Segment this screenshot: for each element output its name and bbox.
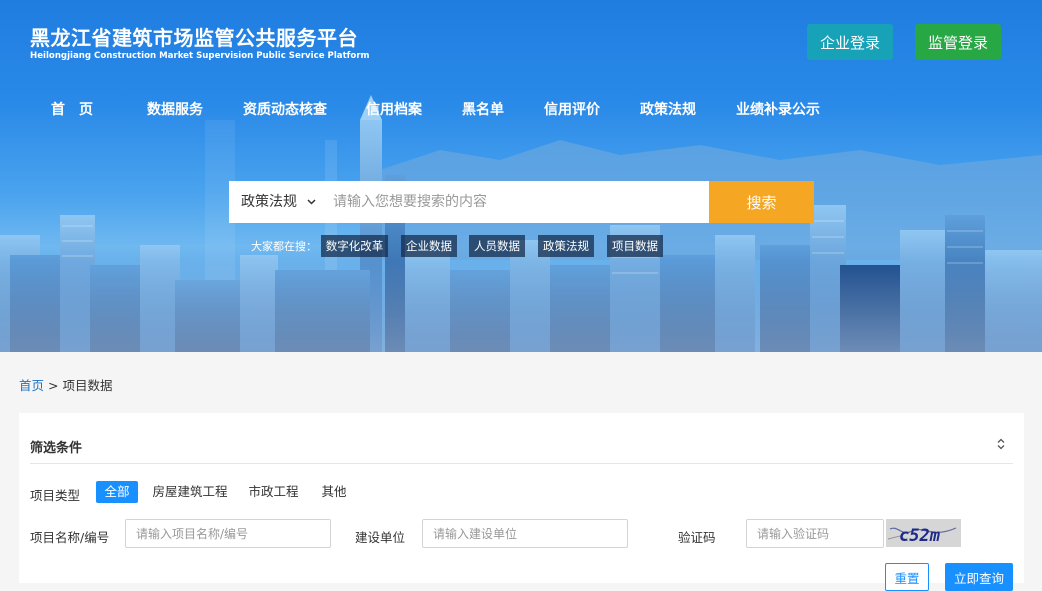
project-type-municipal[interactable]: 市政工程 [246,481,301,503]
breadcrumb-separator: > [44,378,63,393]
query-button[interactable]: 立即查询 [945,563,1013,591]
search-category-value: 政策法规 [241,194,297,210]
captcha-text: c52m [899,526,941,546]
enterprise-login-button[interactable]: 企业登录 [807,24,893,60]
nav-item-credit-evaluation[interactable]: 信用评价 [544,99,600,119]
search-button[interactable]: 搜索 [709,181,814,223]
project-name-label: 项目名称/编号 [30,530,110,545]
breadcrumb-home[interactable]: 首页 [19,378,44,393]
captcha-image[interactable]: c52m [886,519,961,547]
construction-unit-input[interactable] [422,519,628,548]
project-name-input[interactable] [125,519,331,548]
nav-item-credit-archive[interactable]: 信用档案 [366,99,422,119]
hot-tag-enterprise-data[interactable]: 企业数据 [401,235,457,257]
construction-unit-label: 建设单位 [355,530,406,545]
header-banner: 黑龙江省建筑市场监管公共服务平台 Heilongjiang Constructi… [0,0,1042,352]
breadcrumb-current: 项目数据 [62,378,113,393]
filter-panel: 筛选条件 项目类型 全部 房屋建筑工程 市政工程 其他 项目名称/编号 建设单位… [19,413,1024,591]
hot-tag-digital-reform[interactable]: 数字化改革 [321,235,388,257]
project-type-building[interactable]: 房屋建筑工程 [150,481,230,503]
collapse-toggle-icon[interactable] [994,437,1008,451]
nav-item-performance[interactable]: 业绩补录公示 [736,99,820,119]
captcha-label: 验证码 [678,530,716,545]
nav-item-home[interactable]: 首 页 [51,99,93,119]
project-type-other[interactable]: 其他 [317,481,351,503]
chevron-down-icon [307,199,316,205]
panel-divider [30,463,1013,464]
platform-title-en: Heilongjiang Construction Market Supervi… [30,51,370,61]
breadcrumb: 首页 > 项目数据 [19,375,112,394]
nav-item-data-service[interactable]: 数据服务 [147,99,203,119]
hot-search-label: 大家都在搜： [251,240,317,253]
search-bar: 政策法规 搜索 [229,181,814,223]
reset-button[interactable]: 重置 [885,563,929,591]
project-type-all[interactable]: 全部 [96,481,138,503]
hot-tag-project-data[interactable]: 项目数据 [607,235,663,257]
search-input[interactable] [323,181,709,223]
filter-title: 筛选条件 [30,441,83,456]
captcha-input[interactable] [746,519,884,548]
platform-title-cn: 黑龙江省建筑市场监管公共服务平台 [30,26,358,50]
nav-item-blacklist[interactable]: 黑名单 [462,99,504,119]
project-type-label: 项目类型 [30,488,81,503]
platform-logo[interactable]: 黑龙江省建筑市场监管公共服务平台 Heilongjiang Constructi… [30,26,370,62]
search-category-select[interactable]: 政策法规 [229,181,323,223]
nav-item-qualification-check[interactable]: 资质动态核查 [243,99,327,119]
hot-tag-personnel-data[interactable]: 人员数据 [469,235,525,257]
supervision-login-button[interactable]: 监管登录 [915,24,1001,60]
hot-tag-policy[interactable]: 政策法规 [538,235,594,257]
nav-item-policy[interactable]: 政策法规 [640,99,696,119]
